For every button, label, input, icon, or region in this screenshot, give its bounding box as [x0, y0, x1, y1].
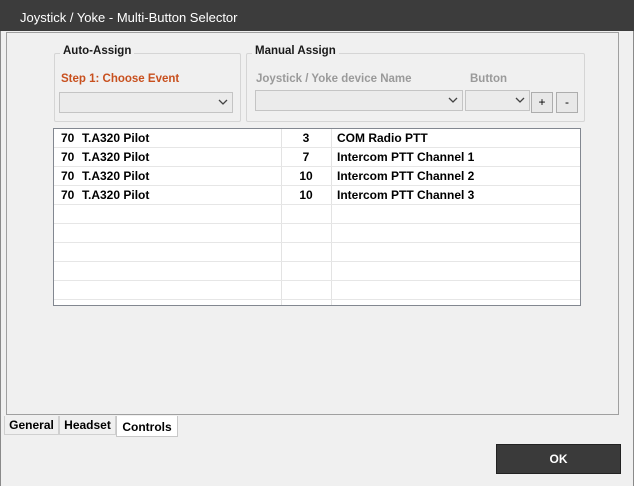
- tab-controls[interactable]: Controls: [116, 416, 178, 437]
- window-title: Joystick / Yoke - Multi-Button Selector: [20, 10, 238, 25]
- table-row[interactable]: 70 T.A320 Pilot 7 Intercom PTT Channel 1: [54, 148, 580, 167]
- row-event: COM Radio PTT: [337, 131, 428, 145]
- assignment-grid[interactable]: 70 T.A320 Pilot 3 COM Radio PTT 70 T.A32…: [53, 128, 581, 306]
- window-frame-left: [0, 31, 1, 486]
- row-device-name: T.A320 Pilot: [82, 188, 150, 202]
- button-select[interactable]: [465, 90, 530, 111]
- empty-row: [54, 205, 580, 224]
- chevron-down-icon: [515, 97, 525, 103]
- device-select[interactable]: [255, 90, 463, 111]
- row-event: Intercom PTT Channel 3: [337, 188, 475, 202]
- manual-assign-group: Manual Assign Joystick / Yoke device Nam…: [246, 45, 585, 122]
- empty-row: [54, 262, 580, 281]
- row-device-name: T.A320 Pilot: [82, 169, 150, 183]
- empty-row: [54, 243, 580, 262]
- row-id: 70: [61, 131, 75, 145]
- row-event: Intercom PTT Channel 1: [337, 150, 475, 164]
- manual-assign-title: Manual Assign: [252, 45, 339, 57]
- row-id: 70: [61, 188, 75, 202]
- auto-assign-group: Auto-Assign Step 1: Choose Event: [54, 45, 241, 122]
- table-row[interactable]: 70 T.A320 Pilot 3 COM Radio PTT: [54, 129, 580, 148]
- row-button: 3: [302, 131, 310, 145]
- device-name-label: Joystick / Yoke device Name: [256, 73, 412, 85]
- row-button: 7: [302, 150, 310, 164]
- empty-row: [54, 224, 580, 243]
- tab-general[interactable]: General: [4, 416, 59, 435]
- tab-headset[interactable]: Headset: [59, 416, 116, 435]
- row-button: 10: [299, 169, 313, 183]
- step-1-label: Step 1: Choose Event: [61, 73, 180, 85]
- button-label: Button: [470, 73, 508, 85]
- remove-button[interactable]: -: [556, 92, 578, 113]
- chevron-down-icon: [448, 97, 458, 103]
- row-event: Intercom PTT Channel 2: [337, 169, 475, 183]
- window-title-bar: Joystick / Yoke - Multi-Button Selector: [0, 0, 634, 31]
- row-button: 10: [299, 188, 313, 202]
- controls-panel: Auto-Assign Step 1: Choose Event Manual …: [6, 32, 619, 415]
- auto-assign-title: Auto-Assign: [60, 45, 135, 57]
- empty-row: [54, 281, 580, 300]
- row-device-name: T.A320 Pilot: [82, 131, 150, 145]
- table-row[interactable]: 70 T.A320 Pilot 10 Intercom PTT Channel …: [54, 186, 580, 205]
- event-select[interactable]: [59, 92, 233, 113]
- chevron-down-icon: [218, 99, 228, 105]
- row-device-name: T.A320 Pilot: [82, 150, 150, 164]
- row-id: 70: [61, 169, 75, 183]
- row-id: 70: [61, 150, 75, 164]
- table-row[interactable]: 70 T.A320 Pilot 10 Intercom PTT Channel …: [54, 167, 580, 186]
- ok-button[interactable]: OK: [496, 444, 621, 474]
- add-button[interactable]: +: [531, 92, 553, 113]
